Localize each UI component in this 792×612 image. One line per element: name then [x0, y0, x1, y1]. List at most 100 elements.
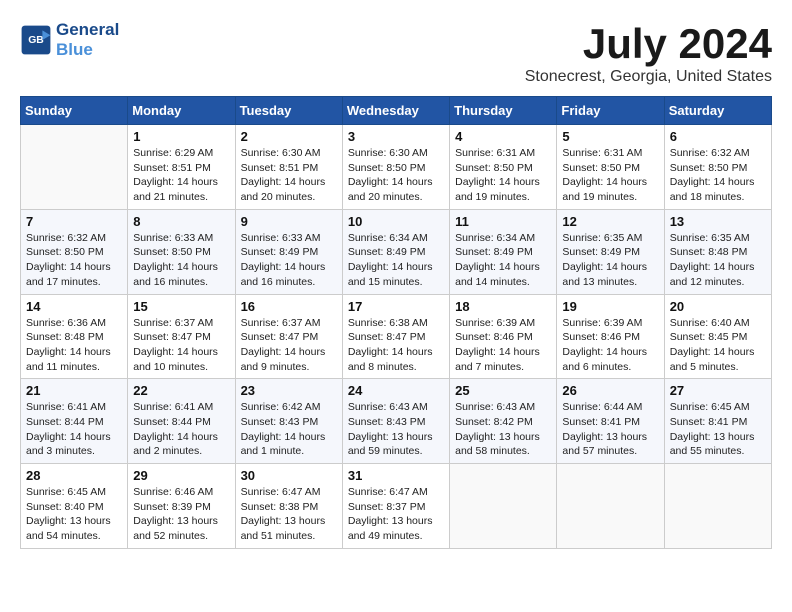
day-info: Sunrise: 6:45 AM Sunset: 8:41 PM Dayligh… — [670, 400, 766, 459]
day-info: Sunrise: 6:40 AM Sunset: 8:45 PM Dayligh… — [670, 316, 766, 375]
calendar-day-cell: 10 Sunrise: 6:34 AM Sunset: 8:49 PM Dayli… — [342, 209, 449, 294]
calendar-day-cell: 7 Sunrise: 6:32 AM Sunset: 8:50 PM Daylig… — [21, 209, 128, 294]
svg-text:GB: GB — [28, 35, 44, 46]
day-number: 8 — [133, 214, 229, 229]
calendar-week-row: 1 Sunrise: 6:29 AM Sunset: 8:51 PM Daylig… — [21, 125, 772, 210]
weekday-header-row: SundayMondayTuesdayWednesdayThursdayFrid… — [21, 97, 772, 125]
calendar-subtitle: Stonecrest, Georgia, United States — [525, 68, 772, 86]
calendar-day-cell — [557, 464, 664, 549]
day-info: Sunrise: 6:29 AM Sunset: 8:51 PM Dayligh… — [133, 146, 229, 205]
day-info: Sunrise: 6:37 AM Sunset: 8:47 PM Dayligh… — [133, 316, 229, 375]
day-number: 1 — [133, 129, 229, 144]
day-number: 13 — [670, 214, 766, 229]
calendar-week-row: 7 Sunrise: 6:32 AM Sunset: 8:50 PM Daylig… — [21, 209, 772, 294]
day-number: 10 — [348, 214, 444, 229]
calendar-title: July 2024 — [525, 20, 772, 68]
calendar-day-cell: 11Sunrise: 6:34 AM Sunset: 8:49 PM Dayli… — [450, 209, 557, 294]
calendar-day-cell: 6 Sunrise: 6:32 AM Sunset: 8:50 PM Daylig… — [664, 125, 771, 210]
weekday-header-wednesday: Wednesday — [342, 97, 449, 125]
day-info: Sunrise: 6:38 AM Sunset: 8:47 PM Dayligh… — [348, 316, 444, 375]
day-number: 19 — [562, 299, 658, 314]
calendar-day-cell: 13 Sunrise: 6:35 AM Sunset: 8:48 PM Dayli… — [664, 209, 771, 294]
day-number: 9 — [241, 214, 337, 229]
day-number: 23 — [241, 383, 337, 398]
calendar-day-cell — [664, 464, 771, 549]
calendar-day-cell: 9 Sunrise: 6:33 AM Sunset: 8:49 PM Daylig… — [235, 209, 342, 294]
day-number: 15 — [133, 299, 229, 314]
day-number: 16 — [241, 299, 337, 314]
weekday-header-friday: Friday — [557, 97, 664, 125]
day-info: Sunrise: 6:39 AM Sunset: 8:46 PM Dayligh… — [562, 316, 658, 375]
day-number: 3 — [348, 129, 444, 144]
title-area: July 2024 Stonecrest, Georgia, United St… — [525, 20, 772, 86]
calendar-day-cell: 25Sunrise: 6:43 AM Sunset: 8:42 PM Dayli… — [450, 379, 557, 464]
day-info: Sunrise: 6:39 AM Sunset: 8:46 PM Dayligh… — [455, 316, 551, 375]
day-number: 20 — [670, 299, 766, 314]
calendar-day-cell: 15 Sunrise: 6:37 AM Sunset: 8:47 PM Dayli… — [128, 294, 235, 379]
day-number: 5 — [562, 129, 658, 144]
day-info: Sunrise: 6:32 AM Sunset: 8:50 PM Dayligh… — [670, 146, 766, 205]
calendar-day-cell: 30 Sunrise: 6:47 AM Sunset: 8:38 PM Dayli… — [235, 464, 342, 549]
day-number: 17 — [348, 299, 444, 314]
calendar-day-cell: 24Sunrise: 6:43 AM Sunset: 8:43 PM Dayli… — [342, 379, 449, 464]
day-info: Sunrise: 6:47 AM Sunset: 8:37 PM Dayligh… — [348, 485, 444, 544]
calendar-day-cell: 3 Sunrise: 6:30 AM Sunset: 8:50 PM Daylig… — [342, 125, 449, 210]
calendar-week-row: 21 Sunrise: 6:41 AM Sunset: 8:44 PM Dayli… — [21, 379, 772, 464]
day-number: 27 — [670, 383, 766, 398]
day-number: 31 — [348, 468, 444, 483]
calendar-day-cell: 29 Sunrise: 6:46 AM Sunset: 8:39 PM Dayli… — [128, 464, 235, 549]
day-number: 28 — [26, 468, 122, 483]
day-info: Sunrise: 6:35 AM Sunset: 8:48 PM Dayligh… — [670, 231, 766, 290]
calendar-week-row: 14 Sunrise: 6:36 AM Sunset: 8:48 PM Dayli… — [21, 294, 772, 379]
day-number: 22 — [133, 383, 229, 398]
day-number: 29 — [133, 468, 229, 483]
day-info: Sunrise: 6:32 AM Sunset: 8:50 PM Dayligh… — [26, 231, 122, 290]
day-info: Sunrise: 6:35 AM Sunset: 8:49 PM Dayligh… — [562, 231, 658, 290]
calendar-day-cell: 19 Sunrise: 6:39 AM Sunset: 8:46 PM Dayli… — [557, 294, 664, 379]
day-number: 18 — [455, 299, 551, 314]
calendar-day-cell: 16 Sunrise: 6:37 AM Sunset: 8:47 PM Dayli… — [235, 294, 342, 379]
day-info: Sunrise: 6:37 AM Sunset: 8:47 PM Dayligh… — [241, 316, 337, 375]
day-info: Sunrise: 6:44 AM Sunset: 8:41 PM Dayligh… — [562, 400, 658, 459]
day-info: Sunrise: 6:36 AM Sunset: 8:48 PM Dayligh… — [26, 316, 122, 375]
calendar-day-cell: 20 Sunrise: 6:40 AM Sunset: 8:45 PM Dayli… — [664, 294, 771, 379]
day-info: Sunrise: 6:31 AM Sunset: 8:50 PM Dayligh… — [455, 146, 551, 205]
day-number: 21 — [26, 383, 122, 398]
calendar-day-cell — [21, 125, 128, 210]
day-info: Sunrise: 6:34 AM Sunset: 8:49 PM Dayligh… — [348, 231, 444, 290]
day-info: Sunrise: 6:30 AM Sunset: 8:51 PM Dayligh… — [241, 146, 337, 205]
calendar-day-cell: 28 Sunrise: 6:45 AM Sunset: 8:40 PM Dayli… — [21, 464, 128, 549]
day-info: Sunrise: 6:34 AM Sunset: 8:49 PM Dayligh… — [455, 231, 551, 290]
calendar-day-cell: 1 Sunrise: 6:29 AM Sunset: 8:51 PM Daylig… — [128, 125, 235, 210]
day-info: Sunrise: 6:41 AM Sunset: 8:44 PM Dayligh… — [26, 400, 122, 459]
calendar-day-cell: 31 Sunrise: 6:47 AM Sunset: 8:37 PM Dayli… — [342, 464, 449, 549]
day-number: 14 — [26, 299, 122, 314]
calendar-day-cell: 12Sunrise: 6:35 AM Sunset: 8:49 PM Dayli… — [557, 209, 664, 294]
day-info: Sunrise: 6:30 AM Sunset: 8:50 PM Dayligh… — [348, 146, 444, 205]
day-number: 24 — [348, 383, 444, 398]
day-info: Sunrise: 6:43 AM Sunset: 8:42 PM Dayligh… — [455, 400, 551, 459]
day-info: Sunrise: 6:33 AM Sunset: 8:50 PM Dayligh… — [133, 231, 229, 290]
day-info: Sunrise: 6:47 AM Sunset: 8:38 PM Dayligh… — [241, 485, 337, 544]
calendar-day-cell: 5 Sunrise: 6:31 AM Sunset: 8:50 PM Daylig… — [557, 125, 664, 210]
day-number: 30 — [241, 468, 337, 483]
day-info: Sunrise: 6:45 AM Sunset: 8:40 PM Dayligh… — [26, 485, 122, 544]
calendar-day-cell: 8 Sunrise: 6:33 AM Sunset: 8:50 PM Daylig… — [128, 209, 235, 294]
weekday-header-sunday: Sunday — [21, 97, 128, 125]
calendar-table: SundayMondayTuesdayWednesdayThursdayFrid… — [20, 96, 772, 549]
logo: GB General Blue — [20, 20, 119, 60]
day-info: Sunrise: 6:33 AM Sunset: 8:49 PM Dayligh… — [241, 231, 337, 290]
calendar-day-cell: 17 Sunrise: 6:38 AM Sunset: 8:47 PM Dayli… — [342, 294, 449, 379]
day-info: Sunrise: 6:42 AM Sunset: 8:43 PM Dayligh… — [241, 400, 337, 459]
day-info: Sunrise: 6:31 AM Sunset: 8:50 PM Dayligh… — [562, 146, 658, 205]
day-number: 7 — [26, 214, 122, 229]
calendar-day-cell: 21 Sunrise: 6:41 AM Sunset: 8:44 PM Dayli… — [21, 379, 128, 464]
weekday-header-saturday: Saturday — [664, 97, 771, 125]
calendar-day-cell: 26Sunrise: 6:44 AM Sunset: 8:41 PM Dayli… — [557, 379, 664, 464]
calendar-day-cell: 27 Sunrise: 6:45 AM Sunset: 8:41 PM Dayli… — [664, 379, 771, 464]
header: GB General Blue July 2024 Stonecrest, Ge… — [20, 20, 772, 86]
day-number: 6 — [670, 129, 766, 144]
day-number: 4 — [455, 129, 551, 144]
day-info: Sunrise: 6:46 AM Sunset: 8:39 PM Dayligh… — [133, 485, 229, 544]
day-info: Sunrise: 6:41 AM Sunset: 8:44 PM Dayligh… — [133, 400, 229, 459]
